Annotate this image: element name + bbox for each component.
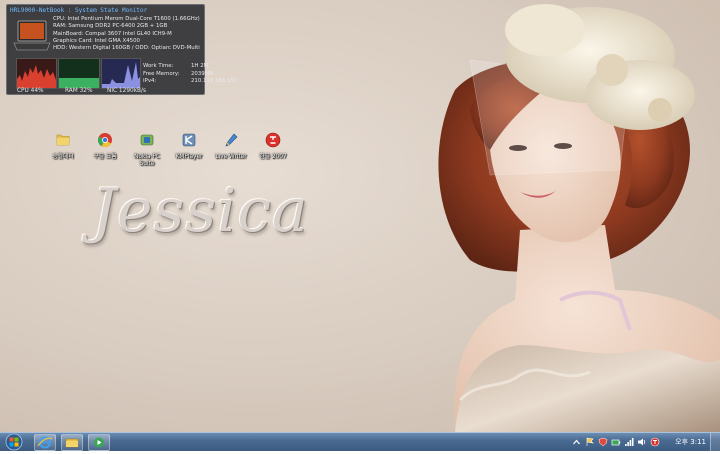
cpu-usage-text: CPU 44% <box>17 88 44 94</box>
desktop-icon-nokia-pc-suite[interactable]: Nokia PC Suite <box>127 132 167 168</box>
desktop-icon-kmplayer[interactable]: KMPlayer <box>169 132 209 161</box>
nic-usage-text: NIC 1290kB/s <box>107 88 146 94</box>
nokia-pc-suite-icon <box>140 134 154 146</box>
internet-explorer-icon <box>37 436 53 449</box>
ipv4-value: 210.119.188.152 <box>191 78 238 85</box>
runtime-stats: Work Time: 1H 2M Free Memory: 2039MB IPv4:… <box>143 63 237 86</box>
action-center-flag-icon[interactable] <box>585 437 595 447</box>
free-memory-label: Free Memory: <box>143 70 180 77</box>
desktop-icon-label: 한글 2007 <box>259 154 287 160</box>
taskbar-clock[interactable]: 오후 3:11 <box>675 437 706 447</box>
volume-icon[interactable] <box>637 437 647 447</box>
desktop-icon-folder[interactable]: 승결데터 <box>43 132 83 161</box>
media-center-icon <box>94 437 104 448</box>
taskbar-media-center[interactable] <box>88 434 110 451</box>
laptop-icon <box>13 20 51 51</box>
free-memory-value: 2039MB <box>191 70 214 77</box>
desktop-icon-label: KMPlayer <box>175 154 203 160</box>
chrome-icon <box>97 133 112 148</box>
work-time-value: 1H 2M <box>191 63 209 69</box>
desktop-icon-label: 승결데터 <box>52 154 74 160</box>
graphics-info: Graphics Card: Intel GMA X4500 <box>53 37 140 44</box>
desktop-icon-live-writer[interactable]: Live Writer <box>211 132 251 161</box>
wallpaper-signature: Jessica <box>92 176 309 246</box>
desktop-icon-label: Nokia PC Suite <box>134 154 160 167</box>
desktop-icon-label: Live Writer <box>215 154 247 160</box>
desktop-icon-hangul-2007[interactable]: 한글 2007 <box>253 132 293 161</box>
mainboard-info: MainBoard: Compal 3607 Intel GL40 ICH9-M <box>53 30 172 37</box>
cpu-info: CPU: Intel Pentium Merom Dual-Core T1600… <box>53 16 200 22</box>
desktop[interactable]: HRL9000-NetBook : System State Monitor C… <box>0 0 720 432</box>
hardware-info: CPU: Intel Pentium Merom Dual-Core T1600… <box>53 16 200 52</box>
shield-icon[interactable] <box>598 437 608 447</box>
live-writer-icon <box>225 133 238 147</box>
windows-explorer-icon <box>65 438 79 448</box>
network-signal-icon[interactable] <box>624 437 634 447</box>
system-monitor-widget: HRL9000-NetBook : System State Monitor C… <box>6 4 237 95</box>
taskbar-internet-explorer[interactable] <box>34 434 56 451</box>
folder-icon <box>56 134 70 146</box>
work-time-label: Work Time: <box>143 63 174 69</box>
ipv4-label: IPv4: <box>143 78 157 85</box>
cpu-usage-graph <box>16 58 57 89</box>
desktop-icon-chrome[interactable]: 구글 크롬 <box>85 132 125 161</box>
taskbar: 오후 3:11 <box>0 432 720 451</box>
input-language-icon[interactable] <box>650 437 660 447</box>
battery-icon[interactable] <box>611 437 621 447</box>
system-tray: 오후 3:11 <box>565 433 720 451</box>
show-hidden-icons-arrow-icon[interactable] <box>572 438 581 447</box>
ram-info: RAM: Samsung DDR2 PC-6400 2GB + 1GB <box>53 23 168 30</box>
hdd-info: HDD: Western Digital 160GB / ODD: Optiar… <box>53 45 200 52</box>
ram-usage-text: RAM 32% <box>65 88 93 94</box>
taskbar-windows-explorer[interactable] <box>61 434 83 451</box>
desktop-icon-label: 구글 크롬 <box>93 154 117 160</box>
show-desktop-button[interactable] <box>710 433 720 451</box>
nic-usage-graph <box>101 58 141 89</box>
hangul-2007-icon <box>265 132 281 148</box>
monitor-title: HRL9000-NetBook : System State Monitor <box>10 7 148 14</box>
start-button[interactable] <box>3 433 25 451</box>
ram-usage-graph <box>58 58 100 89</box>
kmplayer-icon <box>182 133 196 147</box>
